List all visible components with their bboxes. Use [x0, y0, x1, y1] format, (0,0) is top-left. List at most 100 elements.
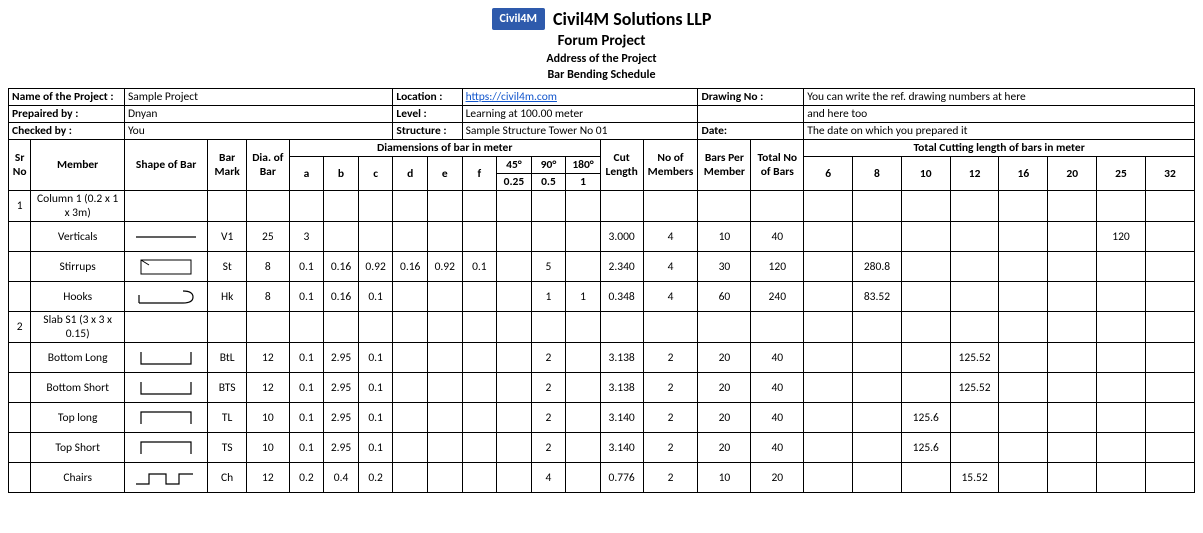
- cell-l25: [1097, 343, 1146, 373]
- cell-ang90: 2: [531, 343, 566, 373]
- meta-row-1: Name of the Project : Sample Project Loc…: [9, 89, 1195, 106]
- cell-ang90: [531, 312, 566, 343]
- cell-e: [427, 312, 462, 343]
- col-member: Member: [31, 140, 125, 191]
- location-link[interactable]: https://civil4m.com: [462, 89, 698, 106]
- cell-l20: [1048, 312, 1097, 343]
- table-row: Top ShortTS100.12.950.123.14022040125.6: [9, 433, 1195, 463]
- cell-sr: [9, 373, 31, 403]
- col-180: 180°: [566, 157, 601, 174]
- cell-l20: [1048, 343, 1097, 373]
- cell-l10: [901, 312, 950, 343]
- cell-d: [393, 343, 428, 373]
- cell-ang90: [531, 222, 566, 252]
- cell-d: [393, 191, 428, 222]
- cell-l25: [1097, 373, 1146, 403]
- cell-l16: [999, 312, 1048, 343]
- cell-l20: [1048, 222, 1097, 252]
- cell-l32: [1145, 252, 1194, 282]
- cell-ang90: 1: [531, 282, 566, 312]
- cell-member: Bottom Long: [31, 343, 125, 373]
- cell-sr: [9, 343, 31, 373]
- cell-l10: 125.6: [901, 403, 950, 433]
- cell-f: [462, 222, 497, 252]
- cell-dia: [246, 191, 289, 222]
- cell-ang180: [566, 403, 601, 433]
- cell-b: 0.16: [324, 282, 359, 312]
- prepared-by-value: Dnyan: [124, 106, 392, 123]
- cell-c: 0.1: [358, 433, 393, 463]
- cell-mark: TL: [208, 403, 247, 433]
- cell-shape: [124, 403, 207, 433]
- table-row: 1Column 1 (0.2 x 1 x 3m): [9, 191, 1195, 222]
- date-label: Date:: [698, 123, 804, 140]
- drawing-no-label-2: [698, 106, 804, 123]
- cell-ang45: [497, 433, 532, 463]
- cell-bpm: 20: [698, 433, 751, 463]
- cell-ang45: [497, 403, 532, 433]
- cell-l12: [950, 433, 999, 463]
- cell-ang180: 1: [566, 282, 601, 312]
- cell-l6: [804, 191, 853, 222]
- table-row: Bottom LongBtL120.12.950.123.13822040125…: [9, 343, 1195, 373]
- table-row: VerticalsV12533.00041040120: [9, 222, 1195, 252]
- cell-ang45: [497, 222, 532, 252]
- cell-e: [427, 433, 462, 463]
- cell-l12: [950, 222, 999, 252]
- cell-ang180: [566, 191, 601, 222]
- cell-nomem: 2: [643, 373, 698, 403]
- cell-member: Stirrups: [31, 252, 125, 282]
- cell-l12: [950, 403, 999, 433]
- cell-e: [427, 403, 462, 433]
- cell-f: [462, 312, 497, 343]
- cell-total: 40: [751, 222, 804, 252]
- col-f: f: [462, 157, 497, 191]
- cell-member: Top long: [31, 403, 125, 433]
- cell-l10: [901, 252, 950, 282]
- cell-b: 2.95: [324, 433, 359, 463]
- cell-l8: [853, 222, 902, 252]
- cell-l8: [853, 463, 902, 493]
- table-row: Top longTL100.12.950.123.14022040125.6: [9, 403, 1195, 433]
- cell-ang180: [566, 433, 601, 463]
- cell-cut: [600, 312, 643, 343]
- cell-dia: 8: [246, 252, 289, 282]
- cell-a: [289, 312, 324, 343]
- cell-a: 0.1: [289, 403, 324, 433]
- cell-mark: BtL: [208, 343, 247, 373]
- cell-ang180: [566, 343, 601, 373]
- cell-cut: 3.138: [600, 373, 643, 403]
- cell-a: 0.1: [289, 252, 324, 282]
- header-row-1: Sr No Member Shape of Bar Bar Mark Dia. …: [9, 140, 1195, 157]
- col-dims-title: Diamensions of bar in meter: [289, 140, 600, 157]
- cell-l8: 83.52: [853, 282, 902, 312]
- cell-d: [393, 433, 428, 463]
- cell-l16: [999, 373, 1048, 403]
- cell-member: Column 1 (0.2 x 1 x 3m): [31, 191, 125, 222]
- cell-b: [324, 191, 359, 222]
- cell-e: [427, 191, 462, 222]
- col-d25: 25: [1097, 157, 1146, 191]
- cell-mark: V1: [208, 222, 247, 252]
- cell-dia: 10: [246, 433, 289, 463]
- cell-l32: [1145, 343, 1194, 373]
- cell-l32: [1145, 222, 1194, 252]
- col-d32: 32: [1145, 157, 1194, 191]
- checked-by-value: You: [124, 123, 392, 140]
- cell-nomem: 4: [643, 252, 698, 282]
- col-d12: 12: [950, 157, 999, 191]
- cell-l32: [1145, 312, 1194, 343]
- col-d16: 16: [999, 157, 1048, 191]
- cell-dia: 10: [246, 403, 289, 433]
- company-name: Civil4M Solutions LLP: [553, 8, 711, 30]
- table-row: 2Slab S1 (3 x 3 x 0.15): [9, 312, 1195, 343]
- cell-cut: 3.140: [600, 433, 643, 463]
- meta-row-3: Checked by : You Structure : Sample Stru…: [9, 123, 1195, 140]
- col-45v: 0.25: [497, 174, 532, 191]
- cell-l16: [999, 252, 1048, 282]
- cell-e: 0.92: [427, 252, 462, 282]
- cell-l12: [950, 252, 999, 282]
- cell-nomem: 2: [643, 403, 698, 433]
- cell-total: 40: [751, 343, 804, 373]
- cell-total: 20: [751, 463, 804, 493]
